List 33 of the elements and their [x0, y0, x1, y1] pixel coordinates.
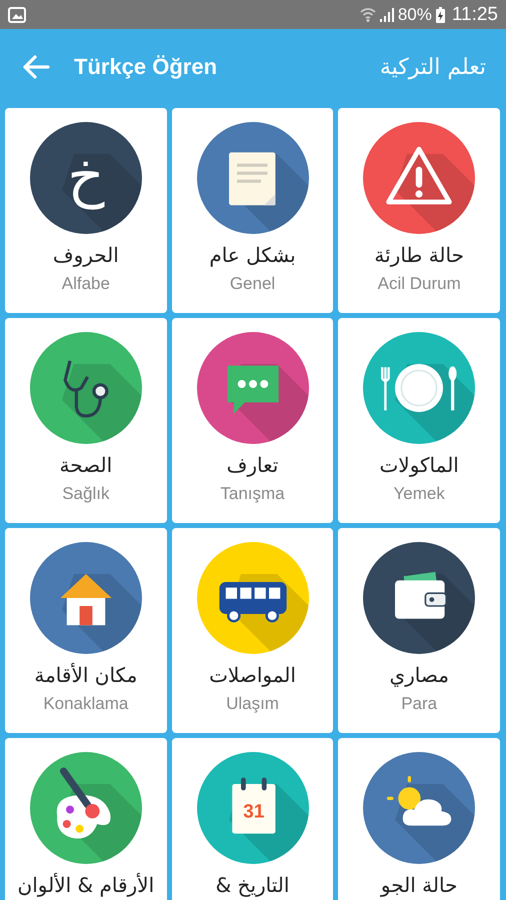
battery-icon	[436, 6, 445, 22]
category-label: Sağlık	[62, 484, 110, 504]
category-label-arabic: الأرقام & الألوان	[18, 872, 154, 898]
category-label-arabic: الحروف	[52, 242, 119, 268]
category-label-arabic: مكان الأقامة	[34, 662, 138, 688]
category-label-arabic: التاريخ &	[216, 872, 290, 898]
category-label-arabic: مصاري	[389, 662, 449, 688]
clock: 11:25	[452, 4, 498, 26]
category-label-arabic: المواصلات	[209, 662, 296, 688]
category-label-arabic: الماكولات	[379, 452, 459, 478]
category-label: Tanışma	[220, 484, 285, 504]
category-label-arabic: تعارف	[226, 452, 278, 478]
wifi-icon	[360, 6, 376, 22]
category-label: Acil Durum	[378, 274, 461, 294]
image-icon	[8, 6, 26, 22]
category-label: Alfabe	[62, 274, 110, 294]
category-label: Konaklama	[43, 694, 128, 714]
category-card[interactable]: الأرقام & الألوان	[5, 738, 167, 900]
category-label: Para	[401, 694, 438, 714]
category-label-arabic: حالة طارئة	[374, 242, 464, 268]
category-label-arabic: الصحة	[60, 452, 112, 478]
category-label-arabic: حالة الجو	[380, 872, 458, 898]
category-card[interactable]: حالة الجو	[338, 738, 500, 900]
app-title: Türkçe Öğren	[74, 54, 218, 80]
category-label-arabic: بشكل عام	[209, 242, 296, 268]
category-label: Yemek	[394, 484, 445, 504]
letter-icon: خ	[30, 122, 142, 234]
app-title-arabic: تعلم التركية	[380, 54, 486, 80]
calendar-icon: 31	[196, 752, 309, 864]
category-label: Genel	[230, 274, 276, 294]
battery-percent: 80%	[398, 4, 432, 24]
category-label: Ulaşım	[226, 694, 279, 714]
signal-icon	[380, 8, 394, 22]
